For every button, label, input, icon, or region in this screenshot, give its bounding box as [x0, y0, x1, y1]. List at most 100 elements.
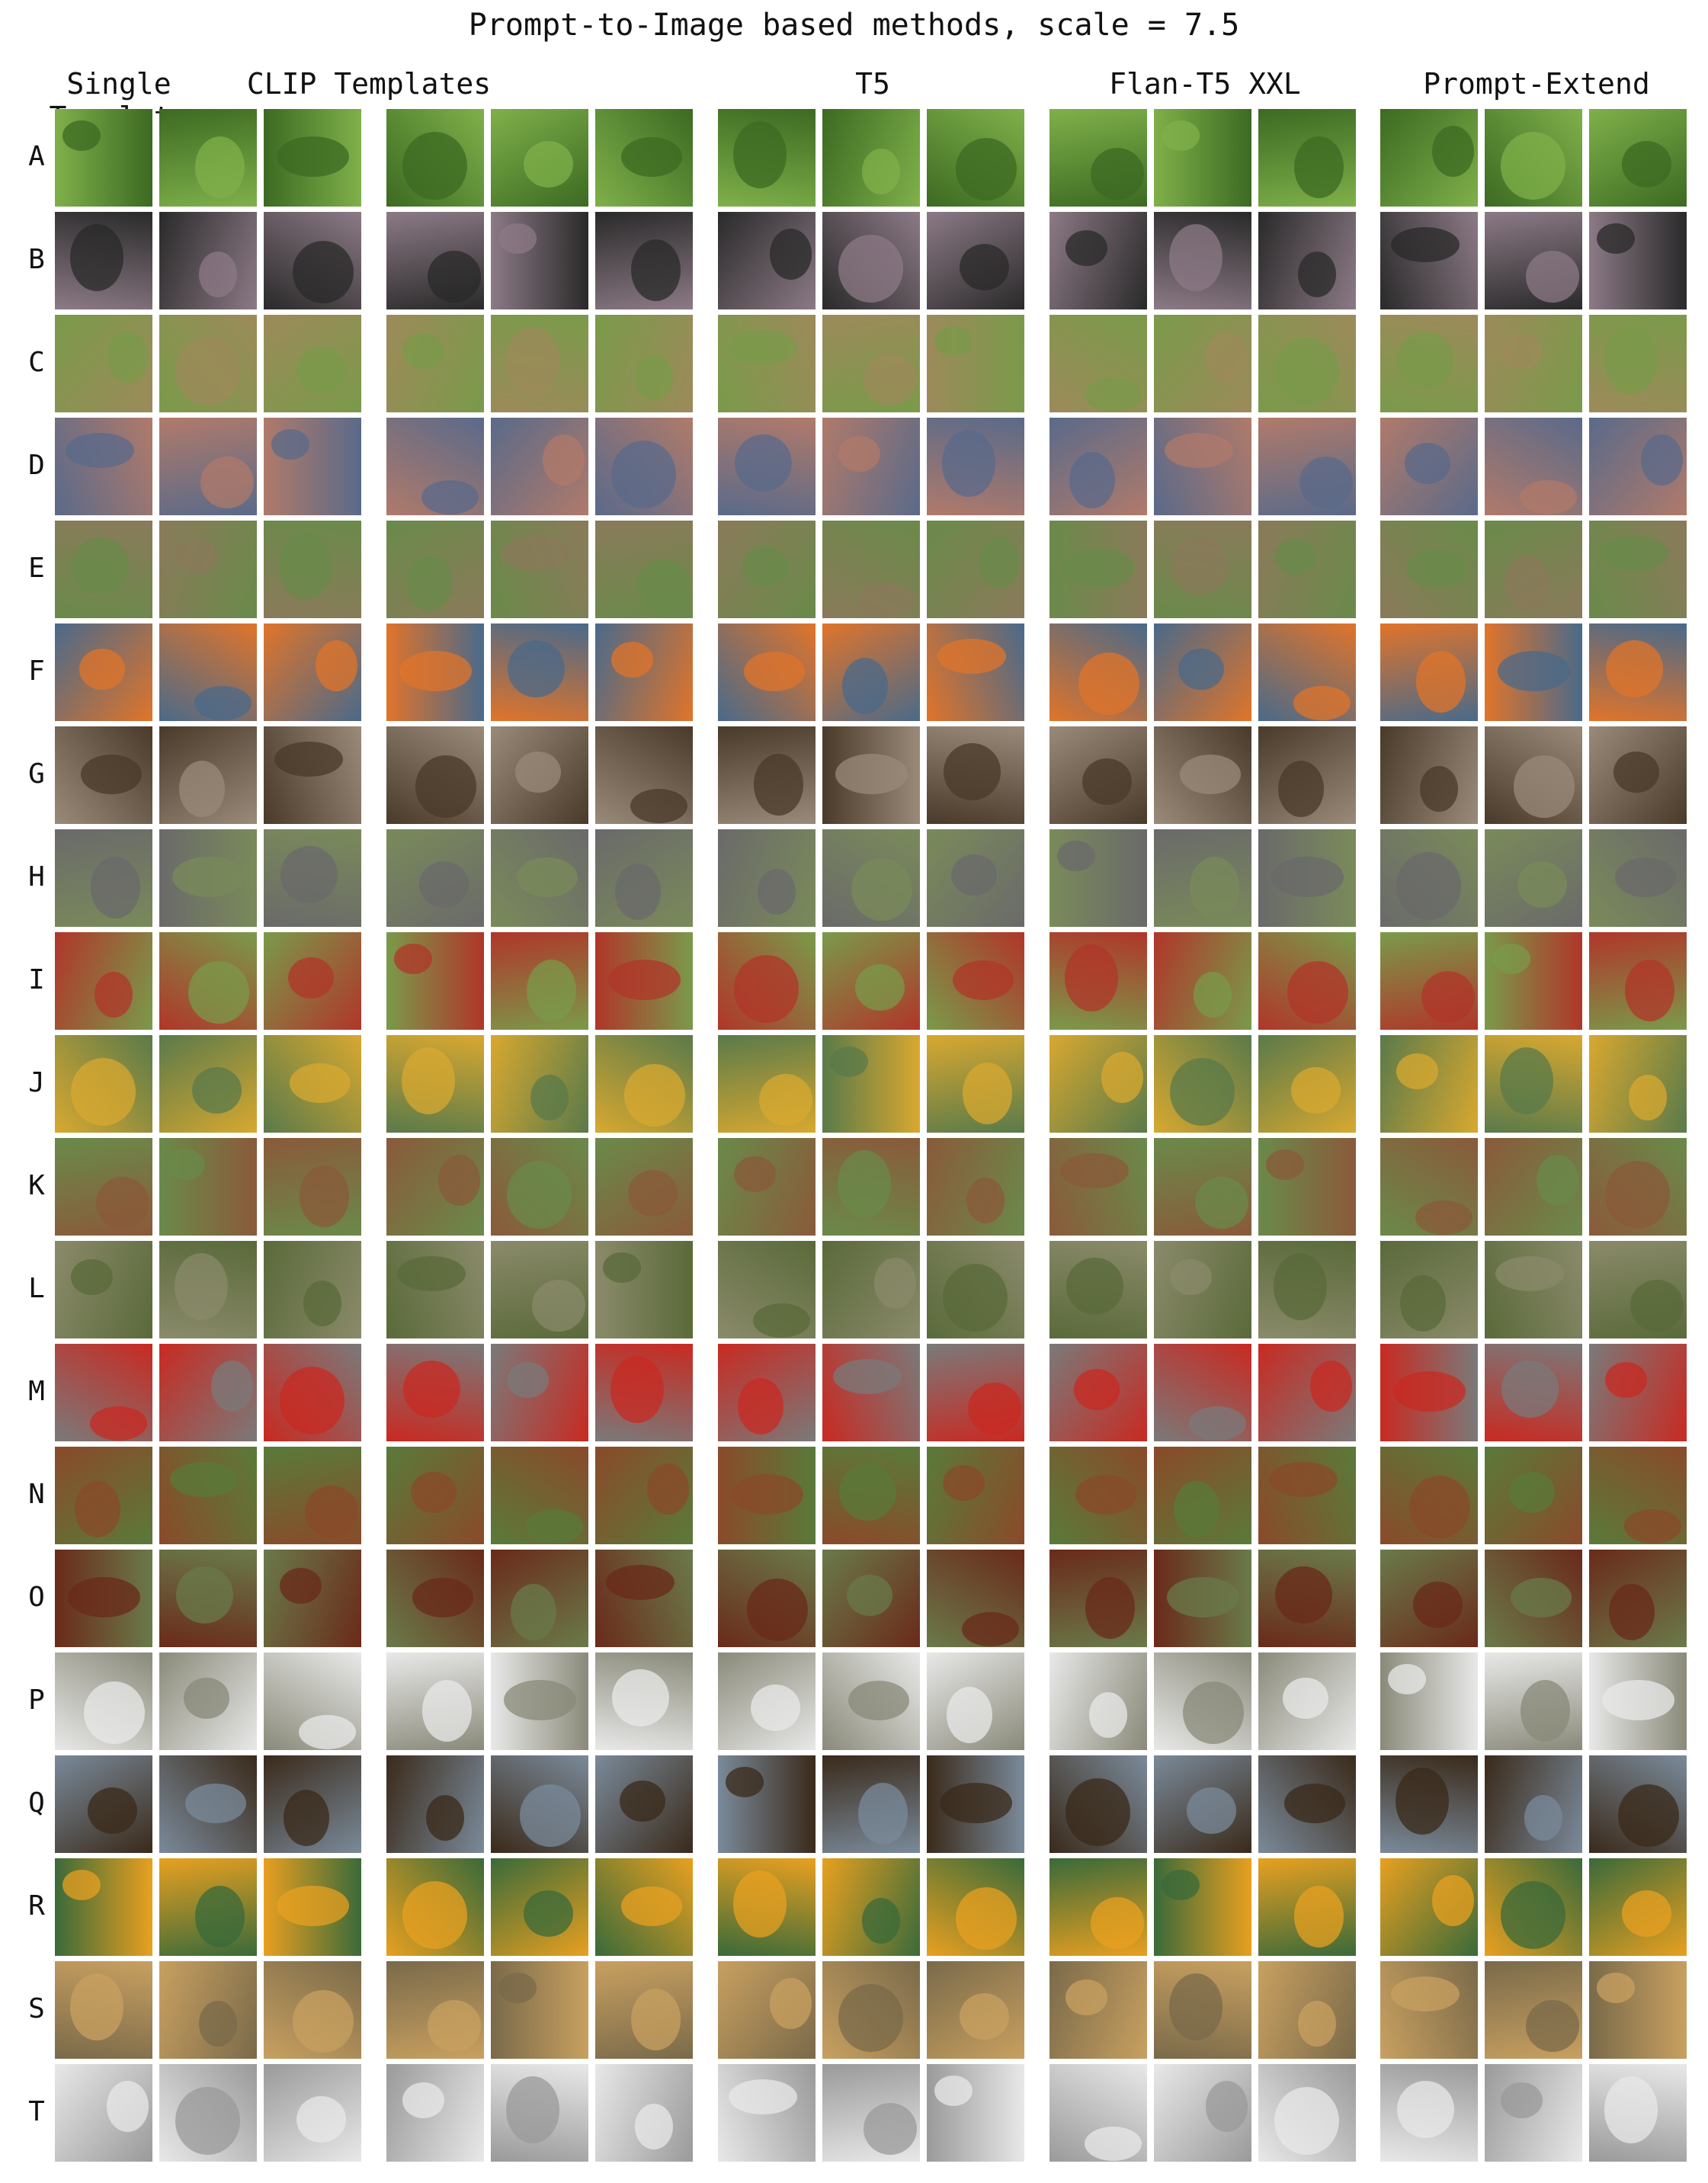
thumbnail-subject — [526, 1509, 583, 1543]
generated-image-thumbnail — [595, 315, 693, 412]
thumbnail-subject — [91, 857, 140, 918]
thumbnail-subject — [175, 338, 240, 406]
thumbnail-subject — [192, 1067, 242, 1114]
thumbnail-subject — [1180, 755, 1241, 794]
generated-image-thumbnail — [55, 212, 152, 309]
thumbnail-subject — [864, 354, 917, 406]
generated-image-thumbnail — [264, 726, 361, 824]
generated-image-thumbnail — [491, 1138, 588, 1236]
generated-image-thumbnail — [1154, 418, 1251, 515]
thumbnail-subject — [167, 1149, 205, 1180]
generated-image-thumbnail — [159, 1241, 257, 1338]
thumbnail-subject — [1065, 944, 1118, 1011]
thumbnail-subject — [966, 1178, 1005, 1223]
thumbnail-subject — [1624, 1509, 1681, 1543]
generated-image-thumbnail — [1485, 726, 1582, 824]
generated-image-thumbnail — [718, 2064, 816, 2162]
row-label: G — [28, 758, 45, 790]
thumbnail-subject — [838, 235, 903, 303]
thumbnail-subject — [631, 239, 681, 301]
generated-image-thumbnail — [927, 521, 1024, 618]
generated-image-thumbnail — [822, 1961, 920, 2059]
generated-image-thumbnail — [264, 1858, 361, 1956]
generated-image-thumbnail — [491, 521, 588, 618]
thumbnail-subject — [635, 354, 673, 400]
thumbnail-subject — [1501, 333, 1543, 369]
thumbnail-subject — [508, 640, 565, 697]
thumbnail-subject — [937, 639, 1006, 674]
column-header-single-template: Single Template — [49, 67, 188, 134]
thumbnail-subject — [726, 1767, 764, 1797]
generated-image-thumbnail — [1049, 1550, 1147, 1647]
row-label: N — [28, 1479, 45, 1510]
generated-image-thumbnail — [1380, 726, 1478, 824]
thumbnail-subject — [742, 546, 788, 587]
generated-image-thumbnail — [55, 1447, 152, 1544]
thumbnail-subject — [527, 960, 576, 1021]
thumbnail-subject — [1274, 338, 1339, 406]
generated-image-thumbnail — [264, 1344, 361, 1441]
generated-image-thumbnail — [1049, 623, 1147, 721]
thumbnail-subject — [402, 1881, 467, 1949]
generated-image-thumbnail — [264, 932, 361, 1030]
thumbnail-subject — [1169, 224, 1223, 291]
generated-image-thumbnail — [491, 1755, 588, 1853]
generated-image-thumbnail — [55, 829, 152, 927]
thumbnail-subject — [855, 964, 905, 1011]
thumbnail-subject — [394, 944, 432, 974]
thumbnail-subject — [611, 642, 653, 678]
generated-image-thumbnail — [595, 521, 693, 618]
thumbnail-subject — [968, 1383, 1021, 1434]
thumbnail-subject — [1602, 1680, 1674, 1720]
generated-image-thumbnail — [1380, 315, 1478, 412]
thumbnail-subject — [88, 1787, 137, 1834]
thumbnail-subject — [857, 583, 915, 617]
generated-image-thumbnail — [386, 623, 484, 721]
generated-image-thumbnail — [1154, 1344, 1251, 1441]
generated-image-thumbnail — [491, 1858, 588, 1956]
thumbnail-subject — [415, 755, 476, 818]
generated-image-thumbnail — [1380, 109, 1478, 207]
thumbnail-subject — [211, 1361, 253, 1412]
generated-image-thumbnail — [595, 212, 693, 309]
generated-image-thumbnail — [1485, 1344, 1582, 1441]
generated-image-thumbnail — [1485, 1858, 1582, 1956]
thumbnail-subject — [1066, 1258, 1123, 1315]
thumbnail-subject — [1194, 972, 1232, 1018]
generated-image-thumbnail — [386, 1755, 484, 1853]
thumbnail-subject — [942, 430, 995, 497]
generated-image-thumbnail — [718, 1961, 816, 2059]
thumbnail-subject — [1605, 1362, 1647, 1398]
thumbnail-subject — [1269, 1462, 1338, 1497]
generated-image-thumbnail — [1258, 418, 1356, 515]
generated-image-thumbnail — [822, 1241, 920, 1338]
thumbnail-subject — [195, 1886, 245, 1947]
generated-image-thumbnail — [1154, 1652, 1251, 1750]
thumbnail-subject — [603, 1252, 641, 1283]
generated-image-thumbnail — [927, 932, 1024, 1030]
generated-image-thumbnail — [55, 1035, 152, 1133]
thumbnail-subject — [200, 457, 254, 508]
generated-image-thumbnail — [1589, 1035, 1687, 1133]
generated-image-thumbnail — [264, 109, 361, 207]
thumbnail-subject — [305, 1486, 358, 1537]
thumbnail-subject — [1421, 971, 1475, 1023]
thumbnail-subject — [943, 1465, 985, 1501]
thumbnail-subject — [956, 138, 1017, 200]
thumbnail-subject — [963, 1063, 1012, 1124]
generated-image-thumbnail — [159, 1447, 257, 1544]
generated-image-thumbnail — [386, 829, 484, 927]
thumbnail-subject — [960, 244, 1009, 290]
generated-image-thumbnail — [491, 829, 588, 927]
thumbnail-subject — [194, 686, 252, 720]
generated-image-thumbnail — [927, 1755, 1024, 1853]
generated-image-thumbnail — [264, 1035, 361, 1133]
generated-image-thumbnail — [55, 315, 152, 412]
thumbnail-subject — [753, 1303, 810, 1338]
generated-image-thumbnail — [1485, 315, 1582, 412]
generated-image-thumbnail — [55, 932, 152, 1030]
thumbnail-subject — [1604, 2076, 1658, 2143]
thumbnail-subject — [1604, 327, 1658, 394]
generated-image-thumbnail — [595, 2064, 693, 2162]
thumbnail-subject — [1416, 651, 1466, 713]
